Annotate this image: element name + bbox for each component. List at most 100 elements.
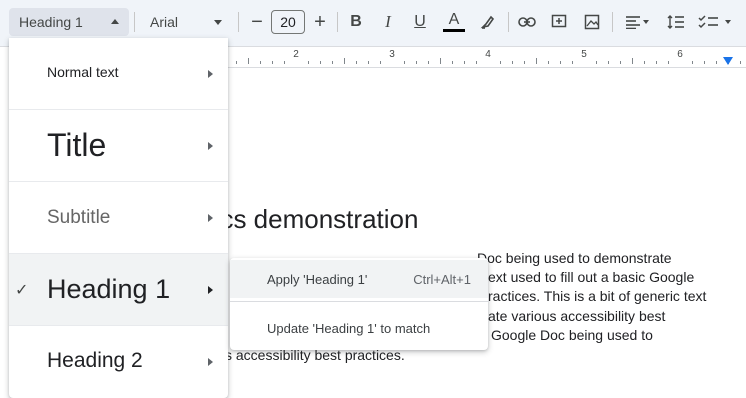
submenu-arrow-icon [208, 286, 213, 294]
paragraph-line[interactable]: ate various accessibility best [488, 308, 665, 324]
caret-up-icon [111, 19, 119, 24]
ruler-tick [356, 61, 357, 64]
ruler-tick [308, 61, 309, 64]
ruler-tick [620, 61, 621, 64]
ruler-tick [608, 61, 609, 64]
apply-heading-1-option[interactable]: Apply 'Heading 1' Ctrl+Alt+1 [230, 260, 488, 298]
link-icon [518, 17, 536, 27]
bold-button[interactable]: B [343, 9, 369, 35]
document-heading[interactable]: ocs demonstration [206, 204, 418, 235]
menu-item-label: Subtitle [47, 207, 111, 228]
menu-item-title[interactable]: Title [9, 110, 228, 182]
toolbar-divider [508, 12, 509, 32]
ruler-number: 5 [581, 49, 587, 60]
ruler-tick [320, 61, 321, 64]
ruler-tick [248, 58, 249, 64]
add-comment-button[interactable] [546, 9, 572, 35]
ruler-tick [668, 61, 669, 64]
line-spacing-icon [667, 15, 684, 29]
ruler-tick [512, 61, 513, 64]
menu-item-subtitle[interactable]: Subtitle [9, 182, 228, 254]
ruler-tick [656, 61, 657, 64]
underline-icon: U [414, 13, 426, 30]
font-size-value: 20 [280, 14, 296, 30]
menu-item-label: Heading 2 [47, 349, 143, 372]
ruler-tick [692, 61, 693, 64]
update-heading-label: Update 'Heading 1' to match [267, 321, 431, 336]
ruler-tick [284, 61, 285, 64]
ruler-tick [380, 61, 381, 64]
text-color-icon: A [448, 10, 460, 28]
italic-button[interactable]: I [375, 9, 401, 35]
insert-link-button[interactable] [514, 9, 540, 35]
ruler-tick [596, 61, 597, 64]
checklist-dropdown[interactable] [696, 9, 736, 35]
ruler-tick [260, 61, 261, 64]
align-left-icon [626, 16, 649, 29]
ruler-tick [740, 61, 741, 64]
submenu-arrow-icon [208, 358, 213, 366]
ruler-tick [344, 58, 345, 64]
font-size-input[interactable]: 20 [271, 10, 305, 34]
font-family-dropdown[interactable]: Arial [140, 8, 228, 36]
ruler-tick [404, 61, 405, 64]
decrease-font-size-button[interactable]: − [244, 9, 270, 35]
ruler-bottom-border [228, 67, 746, 68]
insert-image-button[interactable] [579, 9, 605, 35]
ruler-tick [440, 58, 441, 64]
menu-item-label: Normal text [47, 64, 119, 80]
underline-button[interactable]: U [407, 9, 433, 35]
caret-down-icon [214, 20, 222, 25]
ruler-number: 3 [389, 49, 395, 60]
paragraph-line[interactable]: Doc being used to demonstrate [477, 250, 672, 266]
ruler-tick [716, 61, 717, 64]
menu-item-normal-text[interactable]: Normal text [9, 38, 228, 110]
toolbar-divider [134, 12, 135, 32]
heading-1-submenu: Apply 'Heading 1' Ctrl+Alt+1 Update 'Hea… [230, 258, 488, 350]
keyboard-shortcut: Ctrl+Alt+1 [413, 272, 471, 287]
ruler-tick [332, 61, 333, 64]
italic-icon: I [385, 12, 391, 31]
ruler-tick [560, 61, 561, 64]
font-family-value: Arial [150, 14, 179, 30]
text-color-button[interactable]: A [441, 9, 467, 35]
ruler-tick [572, 61, 573, 64]
ruler-tick [500, 61, 501, 64]
menu-divider [230, 301, 488, 302]
ruler-tick [536, 58, 537, 64]
ruler-tick [416, 61, 417, 64]
checklist-icon [698, 15, 731, 29]
plus-icon: + [314, 10, 326, 33]
minus-icon: − [251, 10, 263, 33]
paragraph-style-dropdown[interactable]: Heading 1 [9, 8, 129, 36]
paragraph-style-value: Heading 1 [19, 14, 83, 30]
ruler-tick [476, 61, 477, 64]
update-heading-1-option[interactable]: Update 'Heading 1' to match [230, 309, 488, 347]
menu-item-heading-2[interactable]: Heading 2 [9, 326, 228, 398]
toolbar-divider [238, 12, 239, 32]
highlight-color-button[interactable] [475, 9, 501, 35]
paragraph-line[interactable]: ext used to fill out a basic Google [488, 269, 694, 285]
ruler-tick [524, 61, 525, 64]
ruler-number: 4 [485, 49, 491, 60]
ruler-tick [464, 61, 465, 64]
ruler-number: 6 [677, 49, 683, 60]
increase-font-size-button[interactable]: + [307, 9, 333, 35]
menu-item-heading-1[interactable]: ✓ Heading 1 [9, 254, 228, 326]
align-dropdown[interactable] [620, 9, 654, 35]
ruler-tick [272, 61, 273, 64]
paragraph-line[interactable]: ractices. This is a bit of generic text [488, 288, 706, 304]
line-spacing-button[interactable] [663, 9, 689, 35]
submenu-arrow-icon [208, 214, 213, 222]
text-color-swatch [443, 28, 465, 32]
ruler-tick [236, 61, 237, 64]
ruler-tick [452, 61, 453, 64]
checkmark-icon: ✓ [15, 282, 29, 299]
right-indent-marker[interactable] [723, 57, 733, 65]
submenu-arrow-icon [208, 142, 213, 150]
ruler-tick [644, 61, 645, 64]
paragraph-line[interactable]: Google Doc being used to [491, 327, 653, 343]
paragraph-style-menu: Normal text Title Subtitle ✓ Heading 1 H… [9, 38, 228, 398]
horizontal-ruler[interactable]: 2 3 4 5 6 [228, 47, 746, 67]
add-comment-icon [551, 14, 567, 28]
